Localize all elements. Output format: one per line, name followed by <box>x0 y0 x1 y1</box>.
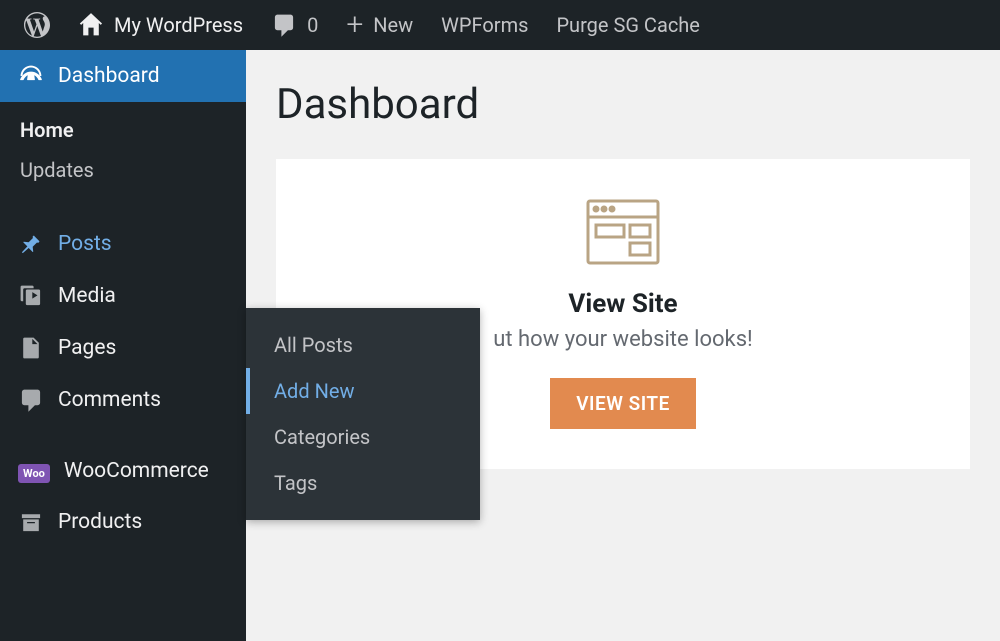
purge-label: Purge SG Cache <box>556 13 699 37</box>
pages-icon <box>18 335 44 361</box>
comments-link[interactable]: 0 <box>257 0 332 50</box>
sidebar-item-woocommerce[interactable]: Woo WooCommerce <box>0 446 246 496</box>
submenu-updates[interactable]: Updates <box>0 150 246 190</box>
flyout-categories[interactable]: Categories <box>246 414 480 460</box>
sidebar-item-pages[interactable]: Pages <box>0 322 246 374</box>
comment-count: 0 <box>307 13 318 37</box>
wordpress-icon <box>24 12 50 38</box>
browser-icon <box>586 199 660 269</box>
dashboard-icon <box>18 63 44 89</box>
sidebar-item-posts[interactable]: Posts <box>0 218 246 270</box>
plus-icon: + <box>346 10 363 40</box>
view-site-button[interactable]: VIEW SITE <box>550 378 696 429</box>
dashboard-submenu: Home Updates <box>0 102 246 198</box>
media-label: Media <box>58 284 116 308</box>
flyout-all-posts[interactable]: All Posts <box>246 322 480 368</box>
woo-icon: Woo <box>18 459 50 483</box>
archive-icon <box>18 509 44 535</box>
sidebar-item-products[interactable]: Products <box>0 496 246 548</box>
purge-cache-link[interactable]: Purge SG Cache <box>542 0 713 50</box>
home-icon <box>78 12 104 38</box>
comments-icon <box>18 387 44 413</box>
pages-label: Pages <box>58 336 116 360</box>
posts-label: Posts <box>58 232 112 256</box>
comments-label: Comments <box>58 388 161 412</box>
products-label: Products <box>58 510 142 534</box>
wpforms-link[interactable]: WPForms <box>427 0 542 50</box>
sidebar-item-dashboard[interactable]: Dashboard <box>0 50 246 102</box>
flyout-tags[interactable]: Tags <box>246 460 480 506</box>
new-content-link[interactable]: + New <box>332 0 427 50</box>
posts-flyout: All Posts Add New Categories Tags <box>246 308 480 520</box>
flyout-add-new[interactable]: Add New <box>246 368 480 414</box>
pin-icon <box>18 231 44 257</box>
woocommerce-label: WooCommerce <box>64 459 209 483</box>
media-icon <box>18 283 44 309</box>
dashboard-label: Dashboard <box>58 64 160 88</box>
sidebar-item-media[interactable]: Media <box>0 270 246 322</box>
admin-sidebar: Dashboard Home Updates Posts Media Pages… <box>0 50 246 641</box>
site-name-text: My WordPress <box>114 13 243 37</box>
site-name-link[interactable]: My WordPress <box>64 0 257 50</box>
page-title: Dashboard <box>276 80 970 129</box>
sidebar-item-comments[interactable]: Comments <box>0 374 246 426</box>
admin-bar: My WordPress 0 + New WPForms Purge SG Ca… <box>0 0 1000 50</box>
new-label: New <box>373 13 413 37</box>
wpforms-label: WPForms <box>441 13 528 37</box>
submenu-home[interactable]: Home <box>0 110 246 150</box>
wp-logo[interactable] <box>10 0 64 50</box>
comment-icon <box>271 12 297 38</box>
